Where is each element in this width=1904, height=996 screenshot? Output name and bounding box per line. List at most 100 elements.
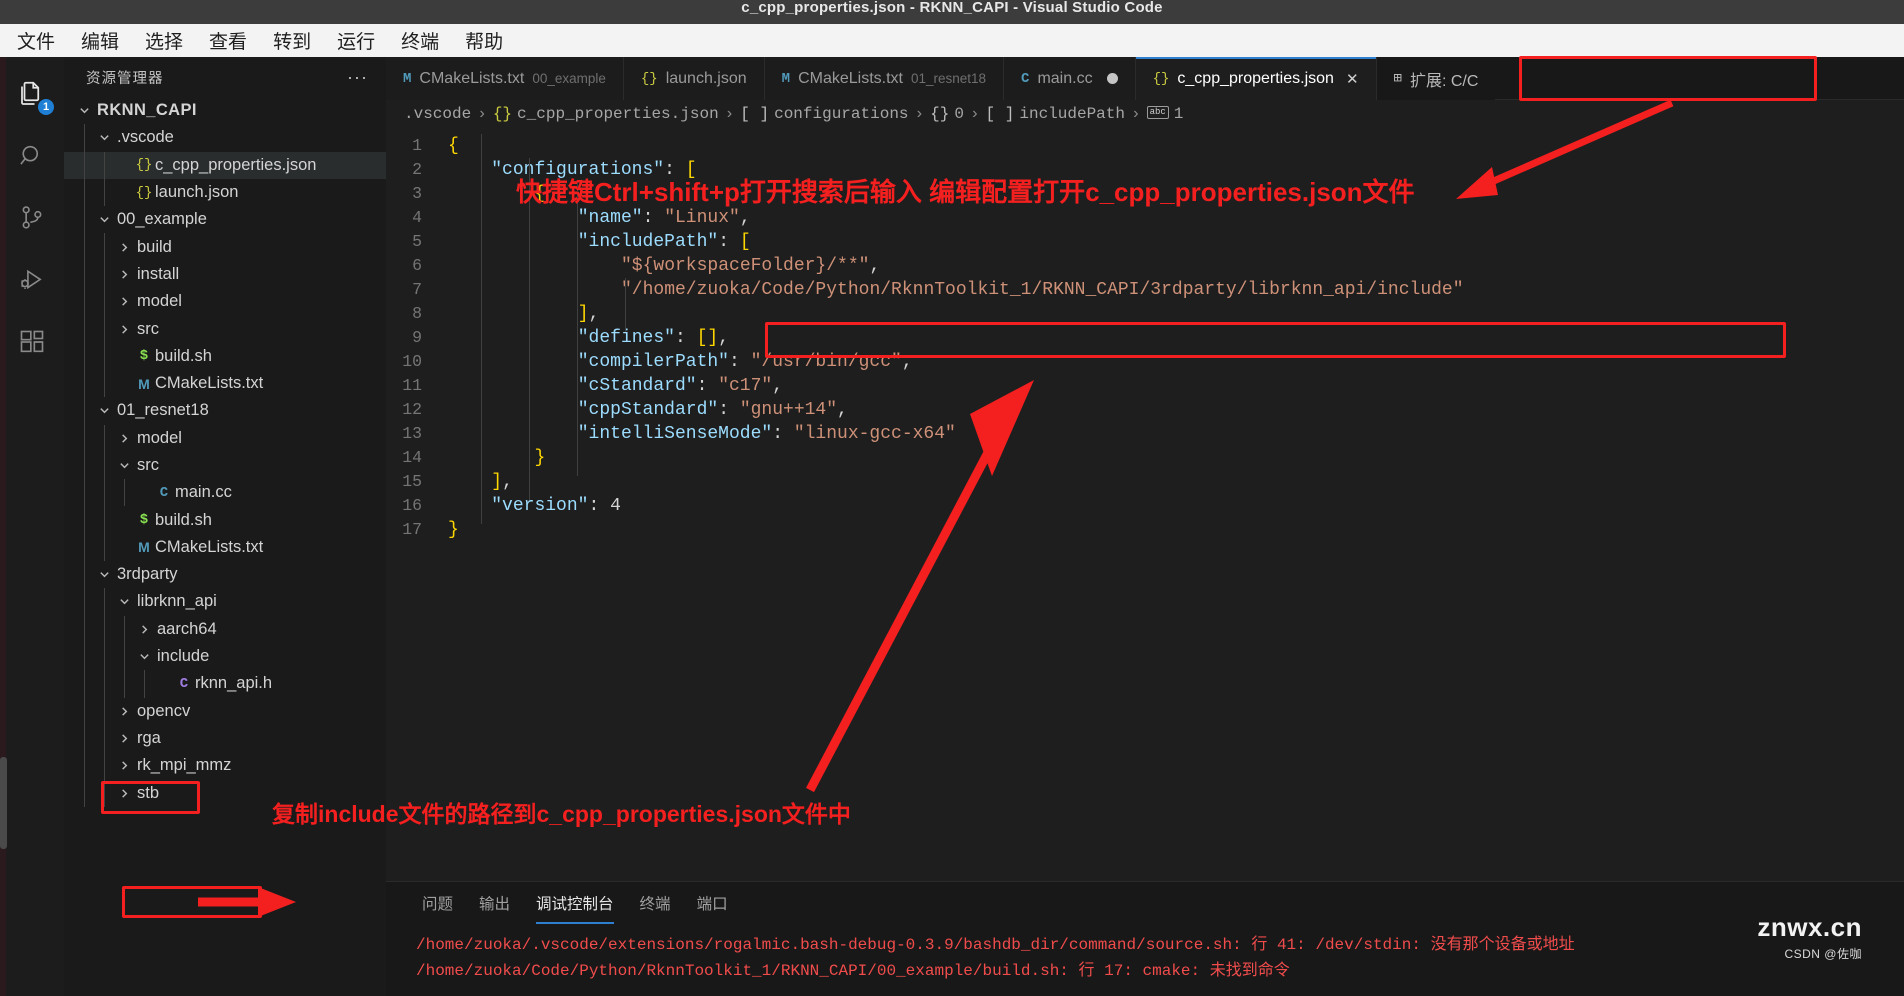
tree-item[interactable]: 3rdparty	[64, 561, 386, 589]
code-line[interactable]: 5 "includePath": [	[386, 230, 1904, 254]
chevron-down-icon[interactable]	[96, 214, 113, 225]
tree-item[interactable]: 01_resnet18	[64, 397, 386, 425]
activitybar-item-extensions[interactable]	[0, 313, 64, 375]
panel-tab[interactable]: 输出	[479, 892, 510, 924]
chevron-down-icon[interactable]	[96, 405, 113, 416]
close-icon[interactable]: ✕	[1346, 70, 1359, 88]
tree-item[interactable]: {} launch.json	[64, 178, 386, 207]
code-line[interactable]: 4 "name": "Linux",	[386, 206, 1904, 230]
code-line[interactable]: 6 "${workspaceFolder}/**",	[386, 254, 1904, 278]
code-line[interactable]: 16 "version": 4	[386, 494, 1904, 518]
tree-item[interactable]: opencv	[64, 697, 386, 725]
menu-item-3[interactable]: 查看	[209, 27, 247, 54]
indent-guide	[104, 451, 105, 480]
code-line[interactable]: 17}	[386, 518, 1904, 542]
activitybar-item-source-control[interactable]	[0, 189, 64, 251]
breadcrumb-item[interactable]: {} c_cpp_properties.json	[493, 105, 719, 123]
activitybar-item-run-debug[interactable]	[0, 251, 64, 313]
chevron-right-icon[interactable]	[116, 706, 133, 717]
breadcrumb[interactable]: .vscode ›{} c_cpp_properties.json ›[ ] confi…	[386, 100, 1904, 128]
tree-item[interactable]: 00_example	[64, 206, 386, 234]
menu-item-0[interactable]: 文件	[17, 27, 55, 54]
breadcrumb-item[interactable]: {} 0	[930, 105, 964, 123]
breadcrumb-item[interactable]: [ ] includePath	[986, 105, 1125, 123]
editor-tab[interactable]: M CMakeLists.txt 01_resnet18	[764, 57, 1005, 100]
tree-item[interactable]: M CMakeLists.txt	[64, 533, 386, 562]
indent-guide	[124, 615, 125, 643]
menu-item-7[interactable]: 帮助	[465, 27, 503, 54]
explorer-more-actions-icon[interactable]: ···	[347, 67, 368, 88]
chevron-right-icon[interactable]	[116, 733, 133, 744]
chevron-right-icon[interactable]	[116, 269, 133, 280]
tree-item[interactable]: .vscode	[64, 124, 386, 152]
editor-tab[interactable]: {} c_cpp_properties.json ✕	[1135, 57, 1377, 100]
highlight-box-include-path	[765, 322, 1786, 358]
chevron-down-icon[interactable]	[76, 105, 93, 116]
indent-guide	[84, 506, 85, 534]
tree-item[interactable]: M CMakeLists.txt	[64, 369, 386, 398]
chevron-down-icon[interactable]	[96, 132, 113, 143]
json-file-icon: {}	[135, 184, 153, 201]
unsaved-indicator-icon[interactable]	[1106, 73, 1118, 84]
tree-item[interactable]: install	[64, 260, 386, 289]
panel-tab[interactable]: 问题	[422, 892, 453, 924]
tree-item[interactable]: $ build.sh	[64, 342, 386, 370]
tree-item[interactable]: Crknn_api.h	[64, 670, 386, 698]
chevron-down-icon[interactable]	[96, 569, 113, 580]
tree-item[interactable]: build	[64, 233, 386, 261]
tree-item[interactable]: src	[64, 451, 386, 480]
menu-item-2[interactable]: 选择	[145, 27, 183, 54]
file-tree[interactable]: RKNN_CAPI .vscode{} c_cpp_properties.json{…	[64, 97, 386, 807]
tree-item[interactable]: include	[64, 642, 386, 671]
panel-tabs[interactable]: 问题 输出 调试控制台 终端 端口	[386, 882, 1904, 924]
editor-tab[interactable]: M CMakeLists.txt 00_example	[386, 57, 624, 100]
breadcrumb-item[interactable]: abc 1	[1146, 105, 1183, 123]
activitybar-item-search[interactable]	[0, 127, 64, 189]
tree-item[interactable]: aarch64	[64, 615, 386, 643]
indent-guide	[84, 206, 85, 234]
menu-item-5[interactable]: 运行	[337, 27, 375, 54]
tree-item-label: 3rdparty	[117, 565, 178, 584]
code-line[interactable]: 11 "cStandard": "c17",	[386, 374, 1904, 398]
chevron-down-icon[interactable]	[116, 596, 133, 607]
panel-tab[interactable]: 端口	[697, 892, 728, 924]
code-line[interactable]: 7 "/home/zuoka/Code/Python/RknnToolkit_1…	[386, 278, 1904, 302]
chevron-right-icon[interactable]	[116, 242, 133, 253]
chevron-down-icon[interactable]	[116, 460, 133, 471]
menu-bar[interactable]: 文件 编辑 选择 查看 转到 运行 终端 帮助	[0, 24, 1904, 57]
tree-item[interactable]: RKNN_CAPI	[64, 97, 386, 124]
tree-item[interactable]: src	[64, 315, 386, 343]
code-line[interactable]: 12 "cppStandard": "gnu++14",	[386, 398, 1904, 422]
editor-tab[interactable]: ⊞ 扩展: C/C	[1376, 57, 1496, 100]
code-line[interactable]: 14 }	[386, 446, 1904, 470]
tree-item[interactable]: model	[64, 424, 386, 452]
code-line[interactable]: 1{	[386, 134, 1904, 158]
tree-item[interactable]: rga	[64, 724, 386, 753]
left-scroll-knob[interactable]	[0, 757, 7, 849]
menu-item-6[interactable]: 终端	[401, 27, 439, 54]
editor-tab[interactable]: Cmain.cc	[1004, 57, 1136, 100]
tree-item[interactable]: $ build.sh	[64, 506, 386, 534]
code-line[interactable]: 13 "intelliSenseMode": "linux-gcc-x64"	[386, 422, 1904, 446]
tree-item[interactable]: Cmain.cc	[64, 479, 386, 507]
breadcrumb-item[interactable]: .vscode	[404, 105, 471, 123]
chevron-right-icon[interactable]	[136, 624, 153, 635]
tree-item[interactable]: rk_mpi_mmz	[64, 752, 386, 780]
run-debug-icon	[18, 266, 46, 299]
chevron-right-icon[interactable]	[116, 433, 133, 444]
chevron-right-icon[interactable]	[116, 296, 133, 307]
panel-tab[interactable]: 调试控制台	[536, 892, 614, 924]
tree-item[interactable]: {} c_cpp_properties.json	[64, 151, 386, 179]
chevron-right-icon[interactable]	[116, 760, 133, 771]
editor-tab[interactable]: {} launch.json	[623, 57, 765, 100]
chevron-right-icon[interactable]	[116, 324, 133, 335]
code-line[interactable]: 15 ],	[386, 470, 1904, 494]
chevron-down-icon[interactable]	[136, 651, 153, 662]
menu-item-1[interactable]: 编辑	[81, 27, 119, 54]
activitybar-item-explorer[interactable]: 1	[0, 65, 64, 127]
tree-item[interactable]: model	[64, 288, 386, 316]
breadcrumb-item[interactable]: [ ] configurations	[740, 105, 908, 123]
tree-item[interactable]: librknn_api	[64, 588, 386, 616]
menu-item-4[interactable]: 转到	[273, 27, 311, 54]
panel-tab[interactable]: 终端	[640, 892, 671, 924]
